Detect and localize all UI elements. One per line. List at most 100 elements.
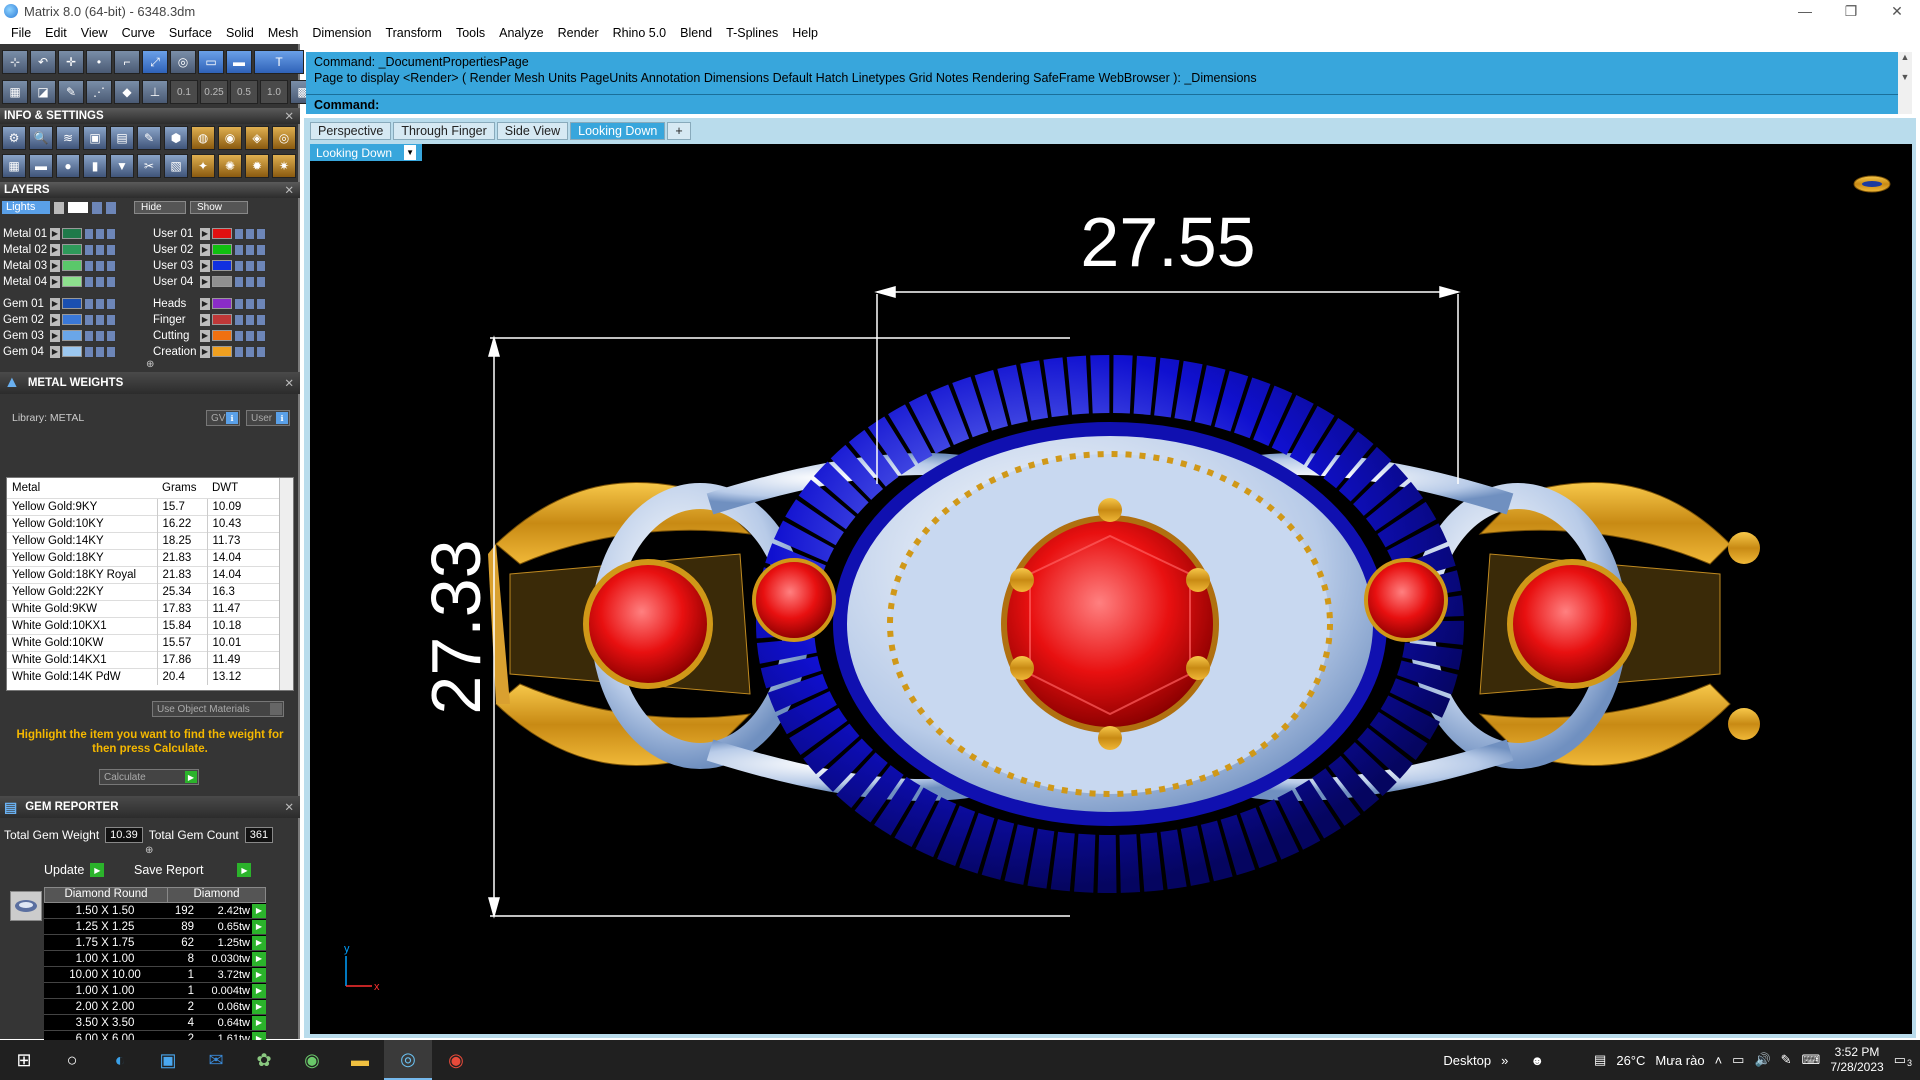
select-icon[interactable] <box>256 313 266 326</box>
layer-row[interactable]: Heads ▶ <box>150 296 267 311</box>
layer-row[interactable]: Metal 04 ▶ <box>0 274 117 289</box>
select-icon[interactable] <box>106 227 116 240</box>
lock-icon[interactable] <box>234 227 244 240</box>
col-diamond[interactable]: Diamond <box>167 888 265 902</box>
store-icon[interactable]: ▣ <box>144 1040 192 1080</box>
expand-arrow-icon[interactable]: ▶ <box>200 313 210 326</box>
layer-color-swatch[interactable] <box>212 346 232 357</box>
tab-looking-down[interactable]: Looking Down <box>570 122 666 140</box>
expand-arrow-icon[interactable]: ▶ <box>50 243 60 256</box>
table-row[interactable]: 1.75 X 1.75 62 1.25tw ▶ <box>44 935 266 951</box>
table-row[interactable]: Yellow Gold:18KY 21.83 14.04 <box>7 548 279 566</box>
channel-icon[interactable]: ✹ <box>245 154 269 178</box>
table-row[interactable]: 1.50 X 1.50 192 2.42tw ▶ <box>44 903 266 919</box>
layer-color-swatch[interactable] <box>62 276 82 287</box>
layer-row[interactable]: Metal 02 ▶ <box>0 242 117 257</box>
cube-icon[interactable]: ⬢ <box>164 126 188 150</box>
expand-arrow-icon[interactable]: ▶ <box>200 329 210 342</box>
select-icon[interactable] <box>106 313 116 326</box>
scale-tool-icon[interactable]: ⤢ <box>142 50 168 74</box>
lock-icon[interactable] <box>84 243 94 256</box>
lock-icon[interactable] <box>234 313 244 326</box>
snap-value-1[interactable]: 0.1 <box>170 80 198 104</box>
update-button[interactable]: Update ▶ <box>44 861 105 879</box>
table-row[interactable]: 3.50 X 3.50 4 0.64tw ▶ <box>44 1015 266 1031</box>
snap-value-3[interactable]: 0.5 <box>230 80 258 104</box>
layer-row[interactable]: Metal 01 ▶ <box>0 226 117 241</box>
tab-side-view[interactable]: Side View <box>496 122 569 140</box>
command-scrollbar[interactable]: ▲ ▼ <box>1898 52 1912 114</box>
file-explorer-icon[interactable]: ▬ <box>336 1040 384 1080</box>
layer-tool-icon[interactable]: ▦ <box>2 80 28 104</box>
mail-icon[interactable]: ✉ <box>192 1040 240 1080</box>
layer-color-swatch[interactable] <box>212 244 232 255</box>
calculate-button[interactable]: Calculate ▶ <box>99 769 199 785</box>
save-report-button[interactable]: Save Report ▶ <box>134 861 252 879</box>
file-icon[interactable]: ▤ <box>110 126 134 150</box>
layers-icon[interactable]: ≋ <box>56 126 80 150</box>
tray-overflow-icon[interactable]: ˄ <box>1715 1053 1723 1068</box>
edit-icon[interactable]: ✎ <box>137 126 161 150</box>
point-tool-icon[interactable]: ⊹ <box>2 50 28 74</box>
expand-arrow-icon[interactable]: ▶ <box>200 243 210 256</box>
visibility-icon[interactable] <box>95 297 105 310</box>
layer-row[interactable]: User 04 ▶ <box>150 274 267 289</box>
settings-icon[interactable]: ⚙ <box>2 126 26 150</box>
gv-toggle[interactable]: GV ℹ <box>206 410 240 426</box>
lock-icon[interactable] <box>84 345 94 358</box>
sphere-icon[interactable]: ● <box>56 154 80 178</box>
snap-tool-icon[interactable]: • <box>86 50 112 74</box>
select-icon[interactable] <box>106 275 116 288</box>
select-icon[interactable] <box>106 259 116 272</box>
user-toggle[interactable]: User ℹ <box>246 410 290 426</box>
select-icon[interactable] <box>106 329 116 342</box>
windows-start-icon[interactable]: ⊞ <box>0 1040 48 1080</box>
halo-icon[interactable]: ✷ <box>272 154 296 178</box>
lock-icon[interactable] <box>234 259 244 272</box>
select-icon[interactable] <box>256 259 266 272</box>
layer-row[interactable]: User 01 ▶ <box>150 226 267 241</box>
select-icon[interactable] <box>256 297 266 310</box>
col-dwt[interactable]: DWT <box>207 478 279 498</box>
layer-name[interactable]: User 02 <box>150 244 200 256</box>
visibility-icon[interactable] <box>245 243 255 256</box>
layer-row[interactable]: Creation ▶ <box>150 344 267 359</box>
lock-icon[interactable] <box>84 297 94 310</box>
bezel-icon[interactable]: ◎ <box>272 126 296 150</box>
snap-value-2[interactable]: 0.25 <box>200 80 228 104</box>
visibility-icon[interactable] <box>245 313 255 326</box>
expand-arrow-icon[interactable]: ▶ <box>200 227 210 240</box>
table-row[interactable]: 1.25 X 1.25 89 0.65tw ▶ <box>44 919 266 935</box>
table-row[interactable]: 1.00 X 1.00 8 0.030tw ▶ <box>44 951 266 967</box>
chevron-icon[interactable]: » <box>1501 1053 1508 1068</box>
layer-name[interactable]: User 04 <box>150 276 200 288</box>
col-grams[interactable]: Grams <box>157 478 207 498</box>
visibility-icon[interactable] <box>95 313 105 326</box>
expand-arrow-icon[interactable]: ▶ <box>50 313 60 326</box>
volume-icon[interactable]: 🔊 <box>1754 1052 1770 1068</box>
layer-color-swatch[interactable] <box>62 346 82 357</box>
expand-arrow-icon[interactable]: ▶ <box>200 297 210 310</box>
layer-name[interactable]: Heads <box>150 298 200 310</box>
lights-layer[interactable]: Lights <box>2 201 50 214</box>
layer-color-swatch[interactable] <box>212 330 232 341</box>
select-icon[interactable] <box>256 345 266 358</box>
visibility-icon[interactable] <box>95 275 105 288</box>
close-button[interactable]: ✕ <box>1874 0 1920 22</box>
play-icon[interactable]: ▶ <box>252 983 266 998</box>
table-row[interactable]: Yellow Gold:14KY 18.25 11.73 <box>7 531 279 549</box>
menu-tools[interactable]: Tools <box>449 26 492 40</box>
play-icon[interactable]: ▶ <box>252 935 266 950</box>
layer-name[interactable]: User 01 <box>150 228 200 240</box>
play-icon[interactable]: ▶ <box>252 967 266 982</box>
layer-name[interactable]: Finger <box>150 314 200 326</box>
lock-icon[interactable] <box>234 345 244 358</box>
visibility-icon[interactable] <box>245 345 255 358</box>
table-row[interactable]: White Gold:14KX1 17.86 11.49 <box>7 650 279 668</box>
restore-button[interactable]: ❐ <box>1828 0 1874 22</box>
ortho-tool-icon[interactable]: T <box>254 50 304 74</box>
menu-solid[interactable]: Solid <box>219 26 261 40</box>
lock-icon[interactable] <box>234 275 244 288</box>
layer-name[interactable]: Creation <box>150 346 200 358</box>
close-icon[interactable]: ✕ <box>284 183 294 197</box>
